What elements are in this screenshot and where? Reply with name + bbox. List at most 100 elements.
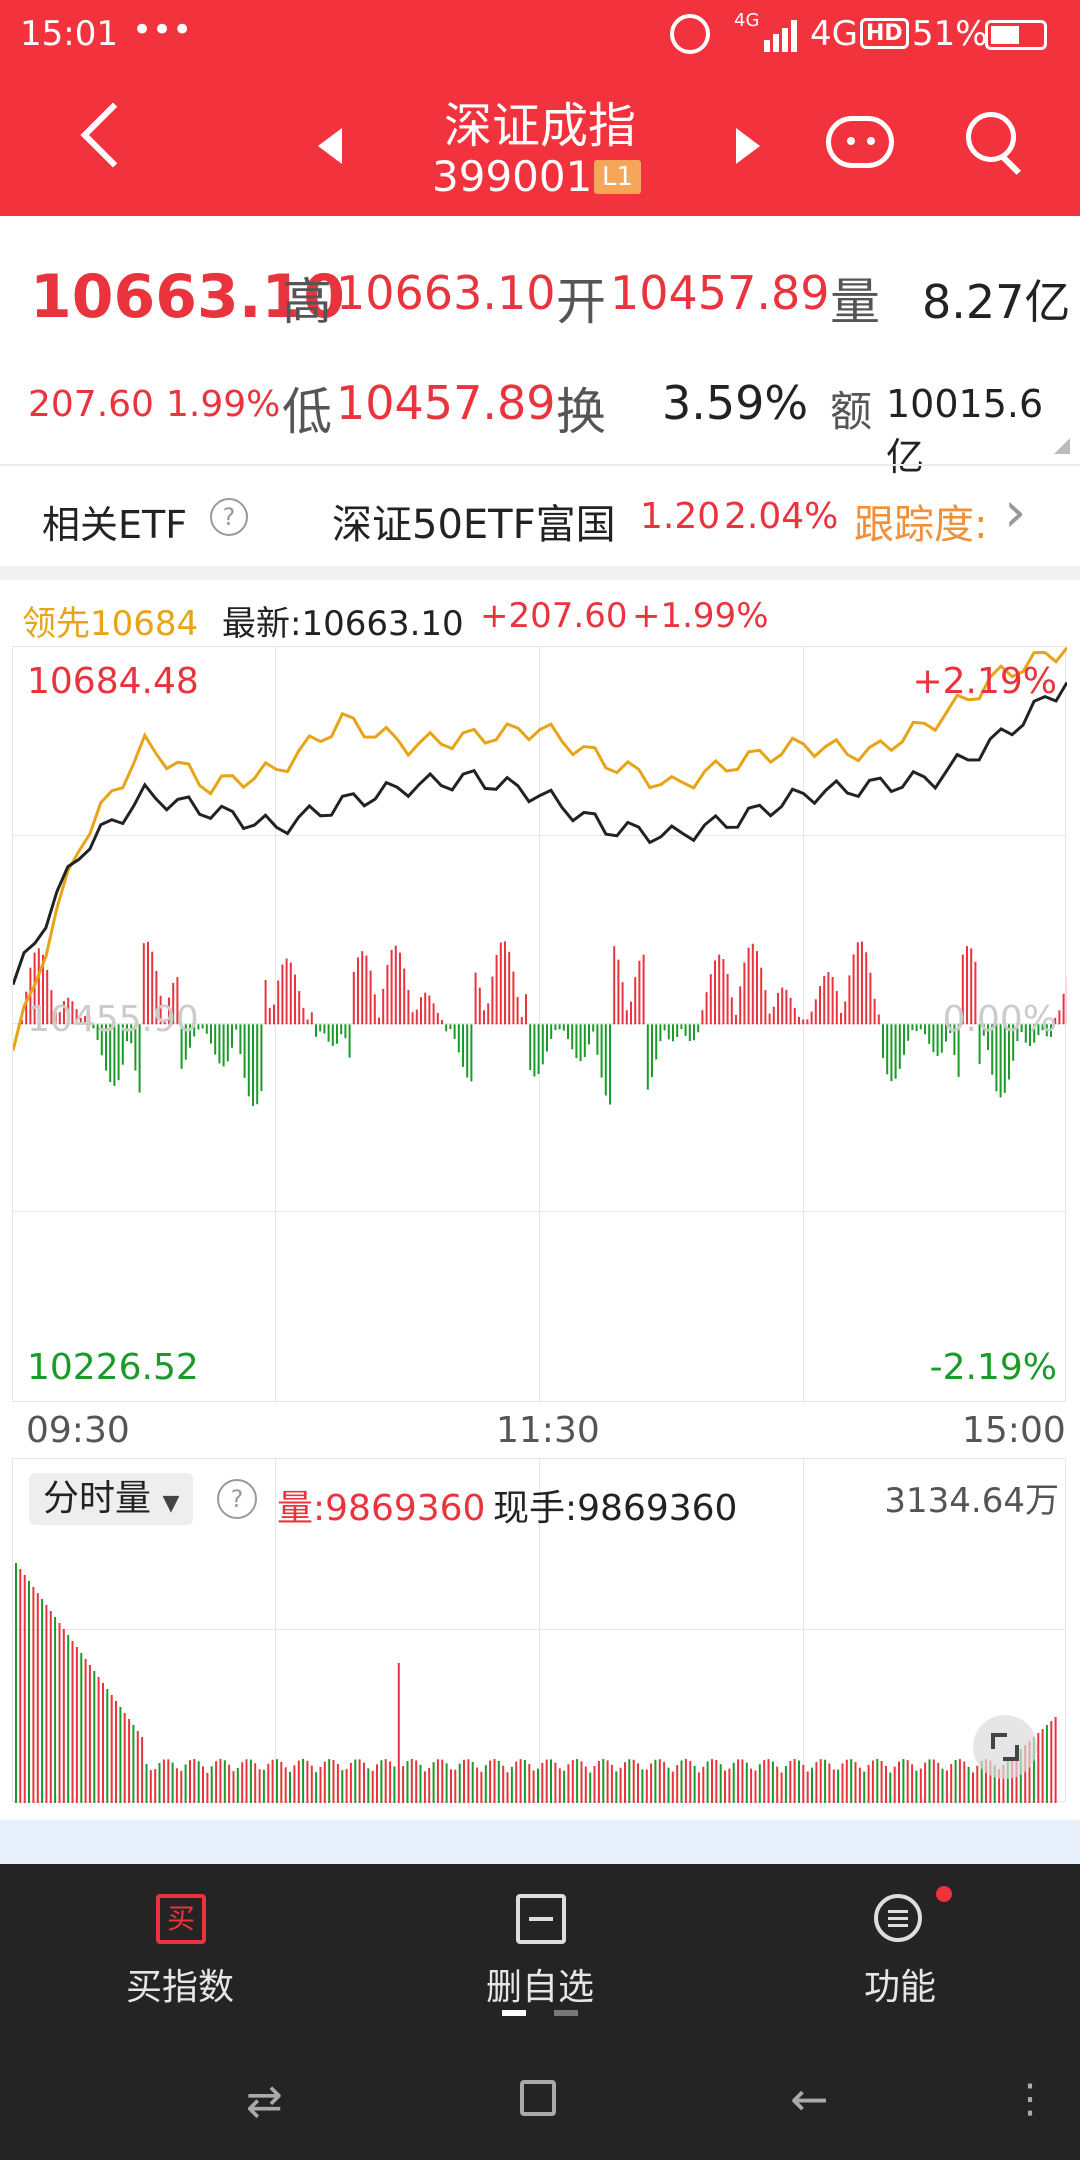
back-nav-icon[interactable]: ←: [790, 2072, 829, 2126]
volume-bar: [850, 1759, 853, 1803]
volume-bar: [706, 1761, 709, 1803]
volume-bar: [80, 1653, 83, 1803]
volume-bar: [693, 1765, 696, 1803]
volume-bar: [711, 1759, 713, 1803]
remove-watchlist-button[interactable]: 删自选: [420, 1886, 660, 2016]
turnover-value: 3.59%: [662, 376, 809, 430]
pct-min-label: -2.19%: [929, 1347, 1057, 1388]
volume-bar: [371, 1770, 374, 1803]
bias-bar: [659, 1024, 662, 1042]
pct-max-label: +2.19%: [912, 661, 1057, 702]
amount-label: 额: [830, 387, 873, 436]
volume-bar: [497, 1760, 500, 1803]
bias-bar: [655, 1024, 658, 1060]
volume-bar: [267, 1763, 270, 1803]
help-icon[interactable]: ?: [210, 498, 248, 536]
bias-bar: [449, 1024, 452, 1029]
volume-bar: [1045, 1725, 1048, 1803]
bias-bar: [436, 1012, 439, 1025]
volume-bar: [158, 1763, 161, 1803]
time-start: 09:30: [26, 1410, 130, 1451]
volume-bar: [667, 1767, 670, 1803]
price-chart[interactable]: 10684.48 +2.19% 10455.90 0.00% 10226.52 …: [12, 646, 1067, 1403]
fullscreen-icon[interactable]: [973, 1715, 1037, 1779]
bias-bar: [399, 952, 401, 1025]
volume-bar: [323, 1761, 326, 1803]
volume-bar: [541, 1762, 544, 1803]
volume-bar: [67, 1635, 70, 1803]
bias-bar: [457, 1024, 460, 1053]
bias-bar: [676, 1024, 679, 1037]
bias-bar: [747, 947, 750, 1025]
volume-bar: [815, 1762, 818, 1803]
buy-index-button[interactable]: 买 买指数: [60, 1886, 300, 2016]
bias-bar: [730, 997, 733, 1025]
bias-bar: [252, 1024, 254, 1106]
bias-bar: [865, 952, 868, 1025]
expand-corner-icon[interactable]: [1054, 438, 1070, 454]
volume-bar: [128, 1719, 131, 1803]
chevron-right-icon[interactable]: ›: [1004, 480, 1026, 545]
bias-bar: [319, 1024, 322, 1032]
robot-assistant-icon[interactable]: [826, 116, 894, 168]
volume-bar: [824, 1759, 827, 1803]
bias-bar: [861, 941, 863, 1025]
volume-bar: [289, 1771, 291, 1803]
bias-bar: [210, 1024, 212, 1044]
volume-bar: [741, 1759, 744, 1803]
bias-bar: [642, 954, 645, 1025]
switch-icon[interactable]: ⇄: [246, 2076, 283, 2127]
bias-bar: [516, 997, 519, 1025]
volume-bar: [441, 1759, 444, 1803]
volume-bar: [889, 1772, 892, 1803]
volume-bar: [471, 1762, 474, 1803]
volume-bar: [645, 1769, 648, 1803]
bias-bar: [667, 1024, 670, 1040]
volume-bar: [463, 1759, 465, 1803]
more-icon[interactable]: ⋮: [1010, 2076, 1050, 2122]
bias-bar: [336, 1024, 338, 1044]
status-dots: •••: [132, 10, 193, 50]
volume-bar: [758, 1764, 761, 1803]
bias-bar: [411, 1012, 414, 1025]
etf-row[interactable]: 相关ETF ? 深证50ETF富国 1.20 2.04% 跟踪度: ›: [0, 466, 1080, 566]
volume-bar: [624, 1762, 626, 1803]
next-stock-icon[interactable]: [736, 128, 760, 164]
volume-bar: [180, 1770, 183, 1803]
hd-icon: HD: [860, 18, 909, 49]
volume-bar: [32, 1587, 35, 1803]
function-button[interactable]: 功能: [780, 1886, 1020, 2016]
bias-bar: [915, 1024, 918, 1032]
search-icon[interactable]: [966, 112, 1016, 162]
volume-bar: [528, 1764, 531, 1803]
home-icon[interactable]: [520, 2080, 556, 2116]
bias-bar: [630, 1001, 632, 1025]
volume-bar: [245, 1759, 248, 1803]
volume-bar: [898, 1761, 900, 1803]
status-battery-text: 51%: [912, 14, 988, 54]
volume-help-icon[interactable]: ?: [217, 1479, 257, 1519]
bias-bar: [835, 991, 838, 1025]
etf-name: 深证50ETF富国: [332, 502, 616, 548]
volume-bar: [28, 1581, 30, 1803]
bias-bar: [1062, 993, 1065, 1025]
volume-bar: [419, 1764, 422, 1803]
volume-selector[interactable]: 分时量 ▼: [29, 1473, 194, 1525]
status-net-small: 4G: [734, 10, 760, 31]
bias-bar: [777, 993, 779, 1025]
bias-bar: [588, 1024, 590, 1045]
volume-bar: [58, 1623, 61, 1803]
volume-bar: [593, 1766, 596, 1803]
bias-bar: [928, 1024, 931, 1044]
bias-bar: [638, 960, 641, 1025]
volume-chart[interactable]: 分时量 ▼ ? 量:9869360 现手:9869360 3134.64万: [12, 1458, 1067, 1803]
bias-bar: [285, 958, 288, 1025]
volume-bar: [941, 1768, 944, 1803]
volume-bar: [697, 1772, 700, 1803]
lead-line: [13, 647, 1067, 1051]
bias-bar: [726, 973, 729, 1025]
volume-bar: [671, 1771, 674, 1803]
status-net: 4G: [810, 14, 858, 54]
y-max-label: 10684.48: [27, 661, 199, 702]
bias-bar: [693, 1024, 695, 1041]
